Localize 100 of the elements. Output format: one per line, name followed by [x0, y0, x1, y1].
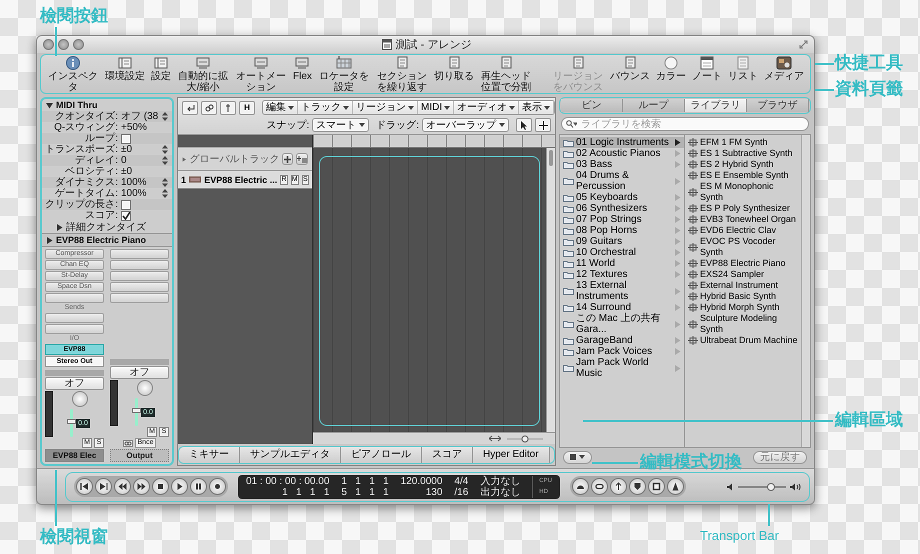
replace-button[interactable] [628, 478, 646, 495]
pointer-tool-button[interactable] [516, 118, 532, 132]
pencil-tool-button[interactable] [535, 118, 551, 132]
add-track-button[interactable] [282, 153, 293, 165]
automation-button[interactable]: オフ [110, 366, 169, 379]
stepper-icon[interactable] [162, 178, 168, 187]
low-latency-button[interactable] [572, 478, 589, 495]
rewind-button[interactable] [114, 478, 131, 495]
tool-button[interactable] [182, 100, 198, 114]
instrument-item[interactable]: ES M Monophonic Synth [685, 181, 801, 203]
folder-item[interactable]: 06 Synthesizers [560, 203, 684, 214]
toolbar-button[interactable]: カラー [656, 56, 686, 82]
checkbox[interactable] [121, 134, 131, 144]
revert-button[interactable]: 元に戻す [753, 450, 807, 464]
instrument-item[interactable]: Hybrid Morph Synth [685, 302, 801, 313]
toolbar-button[interactable]: 自動的に拡大/縮小 [177, 56, 229, 93]
toolbar-button[interactable]: ロケータを設定 [318, 56, 370, 93]
editor-tab[interactable]: スコア [422, 447, 473, 463]
instrument-item[interactable]: Hybrid Basic Synth [685, 291, 801, 302]
menu-button[interactable]: 編集 [263, 101, 298, 114]
toolbar-button[interactable]: インスペクタ [47, 56, 99, 93]
library-tab[interactable]: ライブラリ [685, 99, 747, 112]
editor-tab[interactable]: Hyper Editor [473, 447, 550, 463]
instrument-item[interactable]: ES E Ensemble Synth [685, 170, 801, 181]
instrument-item[interactable]: EVP88 Electric Piano [685, 258, 801, 269]
instrument-item[interactable]: EFM 1 FM Synth [685, 137, 801, 148]
folder-item[interactable]: 10 Orchestral [560, 247, 684, 258]
tool-button[interactable] [220, 100, 236, 114]
snap-dropdown[interactable]: スマート [312, 118, 370, 132]
instrument-item[interactable]: Sculpture Modeling Synth [685, 313, 801, 335]
stepper-icon[interactable] [162, 145, 168, 154]
disclosure-triangle-icon[interactable] [46, 102, 53, 108]
toolbar-button[interactable]: リスト [728, 56, 758, 82]
stepper-icon[interactable] [162, 189, 168, 198]
go-to-position-button[interactable] [95, 478, 112, 495]
editor-tab[interactable]: サンプルエディタ [240, 447, 341, 463]
disclosure-triangle-icon[interactable] [56, 224, 63, 230]
toolbar-button[interactable]: バウンス [610, 56, 650, 82]
pan-knob[interactable] [137, 380, 153, 396]
folder-item[interactable]: Jam Pack World Music [560, 357, 684, 379]
menu-button[interactable]: トラック [298, 101, 353, 114]
fader-thumb[interactable] [132, 408, 142, 414]
zoom-button[interactable] [73, 39, 84, 50]
library-tab[interactable]: ビン [561, 99, 623, 112]
toolbar-button[interactable]: 環境設定 [105, 56, 145, 82]
instrument-item[interactable]: ES 1 Subtractive Synth [685, 148, 801, 159]
search-field[interactable]: ライブラリを検索 [561, 117, 809, 131]
toolbar-button[interactable]: セクションを繰り返す [376, 56, 428, 93]
record-button[interactable] [209, 478, 226, 495]
editor-tab[interactable]: ピアノロール [341, 447, 422, 463]
stepper-icon[interactable] [162, 156, 168, 165]
toolbar-button[interactable]: 再生ヘッド位置で分割 [480, 56, 532, 93]
fader-thumb[interactable] [67, 419, 76, 424]
folder-item[interactable]: 07 Pop Strings [560, 214, 684, 225]
folder-item[interactable]: 02 Acoustic Pianos [560, 148, 684, 159]
folder-item[interactable]: GarageBand [560, 335, 684, 346]
link-icon[interactable] [122, 440, 133, 446]
toolbar-button[interactable]: オートメーション [235, 56, 287, 93]
solo-mode-button[interactable] [648, 478, 665, 495]
instrument-item[interactable]: EVOC PS Vocoder Synth [685, 236, 801, 258]
folder-item[interactable]: 05 Keyboards [560, 192, 684, 203]
toolbar-button[interactable]: Flex [293, 56, 312, 82]
metronome-button[interactable] [666, 478, 684, 495]
folder-item[interactable]: 03 Bass [560, 159, 684, 170]
pan-knob[interactable] [72, 391, 88, 407]
menu-button[interactable]: リージョン [353, 101, 418, 114]
instrument-item[interactable]: External Instrument [685, 280, 801, 291]
folder-item[interactable]: この Mac 上の共有 Gara... [560, 313, 684, 335]
menu-button[interactable]: 表示 [519, 101, 554, 114]
folder-item[interactable]: 08 Pop Horns [560, 225, 684, 236]
folder-item[interactable]: 04 Drums & Percussion [560, 170, 684, 192]
fullscreen-icon[interactable] [799, 40, 808, 49]
folder-item[interactable]: 13 External Instruments [560, 280, 684, 302]
drag-dropdown[interactable]: オーバーラップ [422, 118, 509, 132]
stop-button[interactable] [152, 478, 169, 495]
close-button[interactable] [43, 39, 54, 50]
toolbar-button[interactable]: 切り取る [434, 56, 474, 82]
toolbar-button[interactable]: ノート [692, 56, 722, 82]
folder-item[interactable]: 12 Textures [560, 269, 684, 280]
menu-button[interactable]: オーディオ [454, 101, 520, 114]
toolbar-button[interactable]: メディア [764, 56, 804, 82]
instrument-item[interactable]: EVB3 Tonewheel Organ [685, 214, 801, 225]
tool-button[interactable] [201, 100, 217, 114]
minimize-button[interactable] [58, 39, 69, 50]
instrument-item[interactable]: ES 2 Hybrid Synth [685, 159, 801, 170]
automation-button[interactable]: オフ [45, 377, 104, 390]
library-tab[interactable]: ループ [623, 99, 685, 112]
editor-tab[interactable]: ミキサー [179, 447, 240, 463]
disclosure-triangle-icon[interactable] [46, 236, 53, 244]
library-tab[interactable]: ブラウザ [747, 99, 809, 112]
fast-forward-button[interactable] [133, 478, 150, 495]
folder-item[interactable]: 11 World [560, 258, 684, 269]
hyper-button[interactable]: H [239, 100, 255, 114]
stepper-icon[interactable] [162, 112, 168, 121]
view-menu-button[interactable] [563, 450, 592, 464]
play-button[interactable] [171, 478, 188, 495]
folder-item[interactable]: 14 Surround [560, 302, 684, 313]
checkbox[interactable] [121, 200, 131, 210]
cycle-button[interactable] [590, 478, 608, 495]
instrument-item[interactable]: ES P Poly Synthesizer [685, 203, 801, 214]
